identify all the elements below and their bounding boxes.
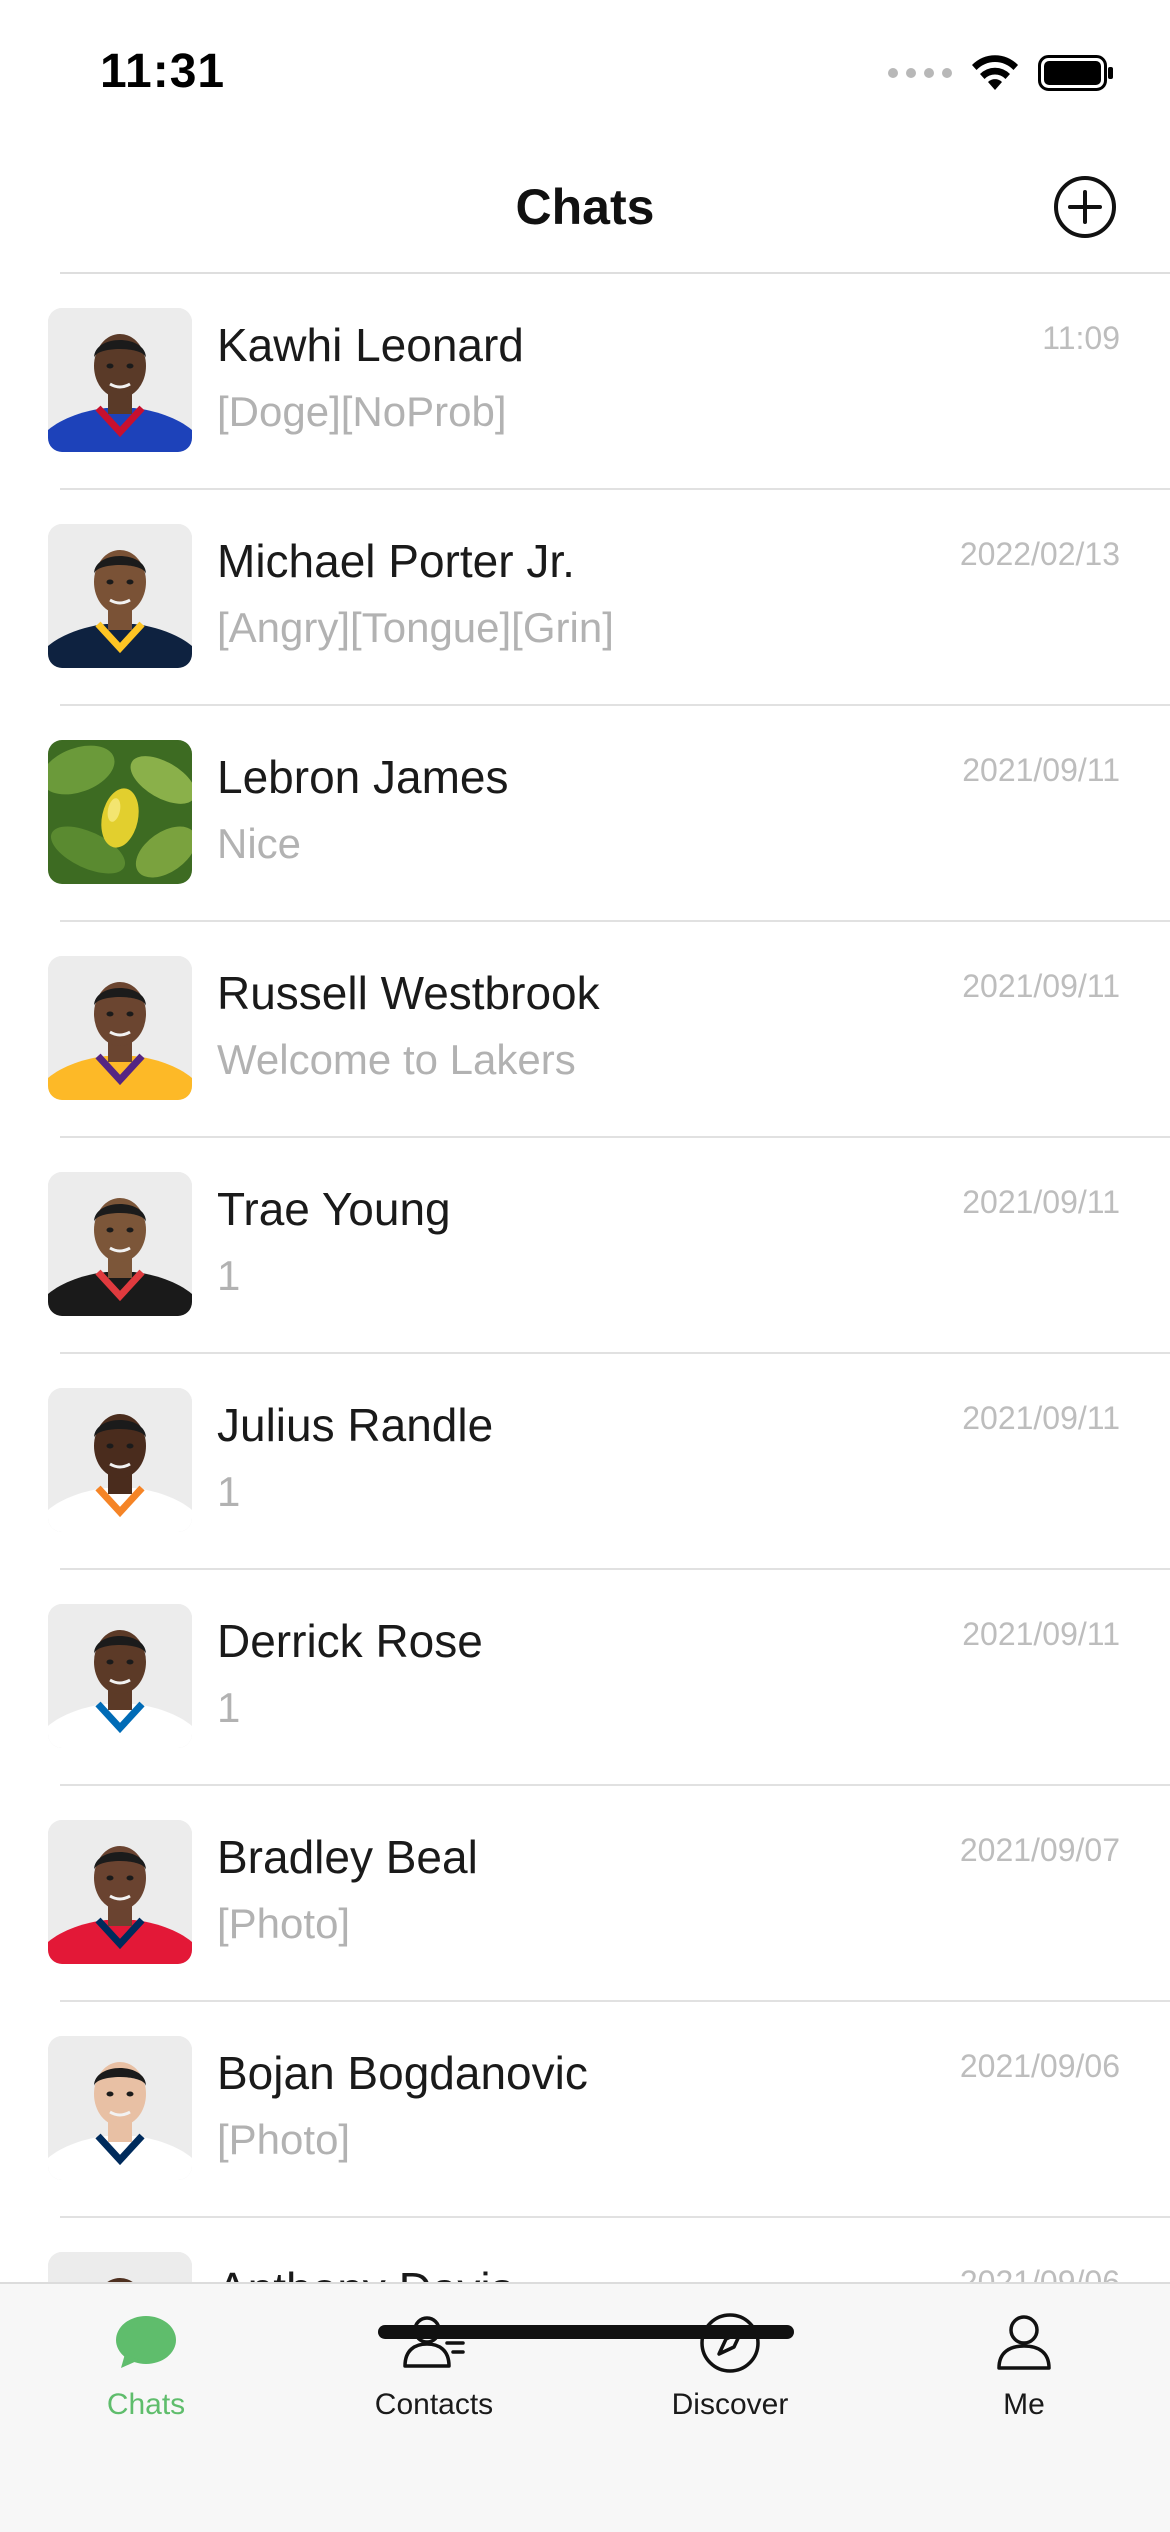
tab-label: Contacts [374, 2388, 494, 2421]
add-button[interactable] [1052, 174, 1118, 240]
tab-bar: Chats Contacts Discover Me [0, 2282, 1170, 2532]
chat-timestamp: 2021/09/11 [962, 968, 1120, 1004]
chat-timestamp: 2021/09/11 [962, 1616, 1120, 1652]
chat-name: Michael Porter Jr. [217, 535, 575, 587]
tab-me[interactable]: Me [924, 2308, 1124, 2448]
chat-name: Derrick Rose [217, 1615, 483, 1667]
chat-row[interactable]: Michael Porter Jr. [Angry][Tongue][Grin] 2… [0, 490, 1170, 706]
chat-preview: [Photo] [217, 2116, 351, 2163]
avatar[interactable] [48, 1388, 192, 1532]
chat-timestamp: 2021/09/06 [959, 2048, 1120, 2084]
chat-preview: Nice [217, 820, 302, 867]
compass-icon [700, 2313, 760, 2373]
status-icons [888, 54, 1114, 92]
chat-timestamp: 2022/02/13 [959, 536, 1120, 572]
chat-name: Bradley Beal [217, 1831, 478, 1883]
chat-row[interactable]: Anthony Davis 2021/09/06 [0, 2218, 1170, 2284]
navigation-bar: Chats [0, 140, 1170, 274]
chat-name: Bojan Bogdanovic [217, 2047, 588, 2099]
tab-chats[interactable]: Chats [46, 2308, 246, 2448]
chat-row[interactable]: Lebron James Nice 2021/09/11 [0, 706, 1170, 922]
chat-preview: [Angry][Tongue][Grin] [217, 604, 614, 651]
chat-timestamp: 11:09 [1042, 320, 1120, 356]
contacts-icon [403, 2316, 465, 2368]
page-title: Chats [515, 179, 655, 235]
avatar[interactable] [48, 1820, 192, 1964]
chat-timestamp: 2021/09/06 [959, 2264, 1120, 2284]
tab-label: Me [1003, 2388, 1045, 2421]
chat-row[interactable]: Trae Young 1 2021/09/11 [0, 1138, 1170, 1354]
chat-name: Lebron James [217, 751, 509, 803]
avatar[interactable] [48, 1172, 192, 1316]
chat-preview: 1 [217, 1684, 241, 1731]
battery-icon [1038, 55, 1113, 91]
avatar[interactable] [48, 524, 192, 668]
chat-row[interactable]: Julius Randle 1 2021/09/11 [0, 1354, 1170, 1570]
status-bar: 11:31 [0, 0, 1170, 140]
wifi-icon [972, 55, 1018, 90]
chat-row[interactable]: Russell Westbrook Welcome to Lakers 2021/0… [0, 922, 1170, 1138]
chat-name: Anthony Davis [217, 2262, 514, 2284]
chat-name: Kawhi Leonard [217, 319, 524, 371]
tab-label: Chats [106, 2388, 186, 2421]
chat-preview: [Doge][NoProb] [217, 388, 507, 435]
avatar[interactable] [48, 308, 192, 452]
cellular-signal-icon [888, 68, 952, 78]
chat-name: Trae Young [217, 1183, 451, 1235]
chat-row[interactable]: Derrick Rose 1 2021/09/11 [0, 1570, 1170, 1786]
chat-bubble-icon [116, 2316, 176, 2368]
chat-row[interactable]: Kawhi Leonard [Doge][NoProb] 11:09 [0, 274, 1170, 490]
avatar[interactable] [48, 2252, 192, 2284]
chat-timestamp: 2021/09/11 [962, 752, 1120, 788]
chat-timestamp: 2021/09/11 [962, 1184, 1120, 1220]
chat-row[interactable]: Bradley Beal [Photo] 2021/09/07 [0, 1786, 1170, 2002]
chat-preview: Welcome to Lakers [217, 1036, 576, 1083]
home-indicator [378, 2325, 794, 2339]
chat-row[interactable]: Bojan Bogdanovic [Photo] 2021/09/06 [0, 2002, 1170, 2218]
status-time: 11:31 [100, 45, 226, 98]
avatar[interactable] [48, 2036, 192, 2180]
chat-preview: 1 [217, 1252, 241, 1299]
chat-name: Russell Westbrook [217, 967, 600, 1019]
chat-name: Julius Randle [217, 1399, 494, 1451]
chat-list[interactable]: Kawhi Leonard [Doge][NoProb] 11:09 Michael … [0, 274, 1170, 2284]
chat-preview: 1 [217, 1468, 241, 1515]
chat-timestamp: 2021/09/07 [959, 1832, 1120, 1868]
chat-preview: [Photo] [217, 1900, 351, 1947]
person-icon [997, 2315, 1051, 2370]
avatar[interactable] [48, 740, 192, 884]
avatar[interactable] [48, 1604, 192, 1748]
tab-label: Discover [671, 2388, 789, 2421]
avatar[interactable] [48, 956, 192, 1100]
chat-timestamp: 2021/09/11 [962, 1400, 1120, 1436]
